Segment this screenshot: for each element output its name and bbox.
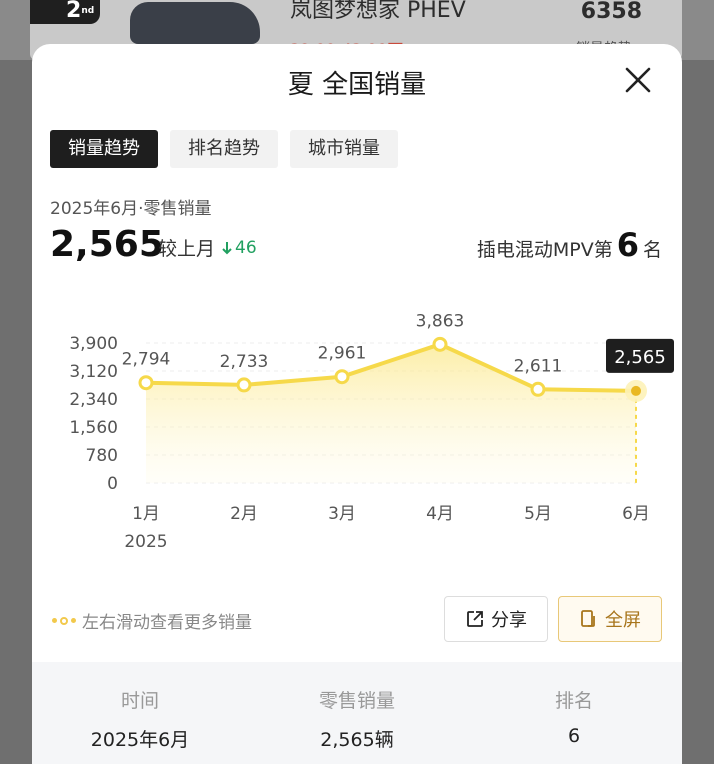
table-cell: 6 xyxy=(567,725,581,747)
data-point xyxy=(138,375,154,391)
swipe-hint: 左右滑动查看更多销量 xyxy=(52,608,252,633)
swipe-hint-text: 左右滑动查看更多销量 xyxy=(82,613,252,633)
rank-prefix: 插电混动MPV第 xyxy=(476,239,613,261)
x-tick-label: 4月 xyxy=(426,504,454,524)
x-tick-label: 2月 xyxy=(230,504,258,524)
data-label: 2,794 xyxy=(122,350,171,370)
data-label: 3,863 xyxy=(416,311,465,331)
share-label: 分享 xyxy=(491,610,527,631)
tooltip-label: 2,565 xyxy=(614,347,666,368)
fullscreen-label: 全屏 xyxy=(605,610,641,631)
arrow-down-icon xyxy=(222,241,232,254)
tab-rank-trend[interactable]: 排名趋势 xyxy=(170,130,278,168)
table-header: 零售销量 xyxy=(318,690,395,712)
rank-number: 6 xyxy=(616,226,639,264)
table-column-sales: 零售销量 2,565辆 xyxy=(249,662,465,752)
data-point xyxy=(334,369,350,385)
table-cell: 2,565辆 xyxy=(320,729,394,751)
table-header: 排名 xyxy=(554,690,593,712)
y-tick-label: 780 xyxy=(86,446,118,466)
y-tick-label: 3,900 xyxy=(69,334,118,354)
y-tick-label: 3,120 xyxy=(69,362,118,382)
delta-value: 46 xyxy=(235,237,257,258)
sales-trend-chart[interactable]: 3,900 3,120 2,340 1,560 780 0 2,794 1月 2,733 2月 2,… xyxy=(32,299,682,559)
x-tick-label: 6月 xyxy=(622,504,650,524)
table-cell: 2025年6月 xyxy=(90,729,190,751)
data-label: 2,611 xyxy=(514,356,563,376)
compare-label: 较上月 xyxy=(158,238,216,260)
sales-sheet: 夏 全国销量 销量趋势 排名趋势 城市销量 2025年6月·零售销量 2,565… xyxy=(32,44,682,764)
delta-badge: 46 xyxy=(221,238,257,258)
sheet-title: 夏 全国销量 xyxy=(287,70,427,100)
car-name: 岚图梦想家 PHEV xyxy=(290,0,466,23)
close-button[interactable] xyxy=(620,62,656,98)
fullscreen-icon xyxy=(581,610,595,627)
y-tick-label: 2,340 xyxy=(69,390,118,410)
tab-bar: 销量趋势 排名趋势 城市销量 xyxy=(50,130,398,168)
sales-number: 6358 xyxy=(580,0,642,24)
data-point xyxy=(432,336,448,352)
data-point xyxy=(631,385,641,396)
data-label: 2,733 xyxy=(220,352,269,372)
rank-suffix: 名 xyxy=(642,239,662,261)
table-header: 时间 xyxy=(120,690,159,712)
car-thumbnail xyxy=(130,2,260,44)
close-icon xyxy=(625,67,651,93)
fullscreen-button[interactable]: 全屏 xyxy=(558,596,662,642)
tab-city-sales[interactable]: 城市销量 xyxy=(290,130,398,168)
y-tick-label: 0 xyxy=(107,474,118,494)
sales-value: 2,565 xyxy=(50,224,164,265)
category-rank: 插电混动MPV第 6 名 xyxy=(477,226,662,264)
data-point xyxy=(236,377,252,393)
table-column-rank: 排名 6 xyxy=(466,662,682,747)
sales-table: 时间 2025年6月 零售销量 2,565辆 排名 6 xyxy=(32,662,682,764)
rank-badge: 2nd xyxy=(30,0,100,24)
month-compare: 较上月 46 xyxy=(158,234,257,261)
table-column-time: 时间 2025年6月 xyxy=(32,662,248,752)
x-year-label: 2025 xyxy=(124,532,167,552)
y-tick-label: 1,560 xyxy=(69,418,118,438)
period-label: 2025年6月·零售销量 xyxy=(50,199,212,219)
x-tick-label: 5月 xyxy=(524,504,552,524)
tab-sales-trend[interactable]: 销量趋势 xyxy=(50,130,158,168)
swipe-hint-icon xyxy=(52,616,76,625)
data-label: 2,961 xyxy=(318,344,367,364)
data-point xyxy=(530,381,546,397)
share-icon xyxy=(467,611,483,627)
x-tick-label: 1月 xyxy=(132,504,160,524)
x-tick-label: 3月 xyxy=(328,504,356,524)
share-button[interactable]: 分享 xyxy=(444,596,548,642)
